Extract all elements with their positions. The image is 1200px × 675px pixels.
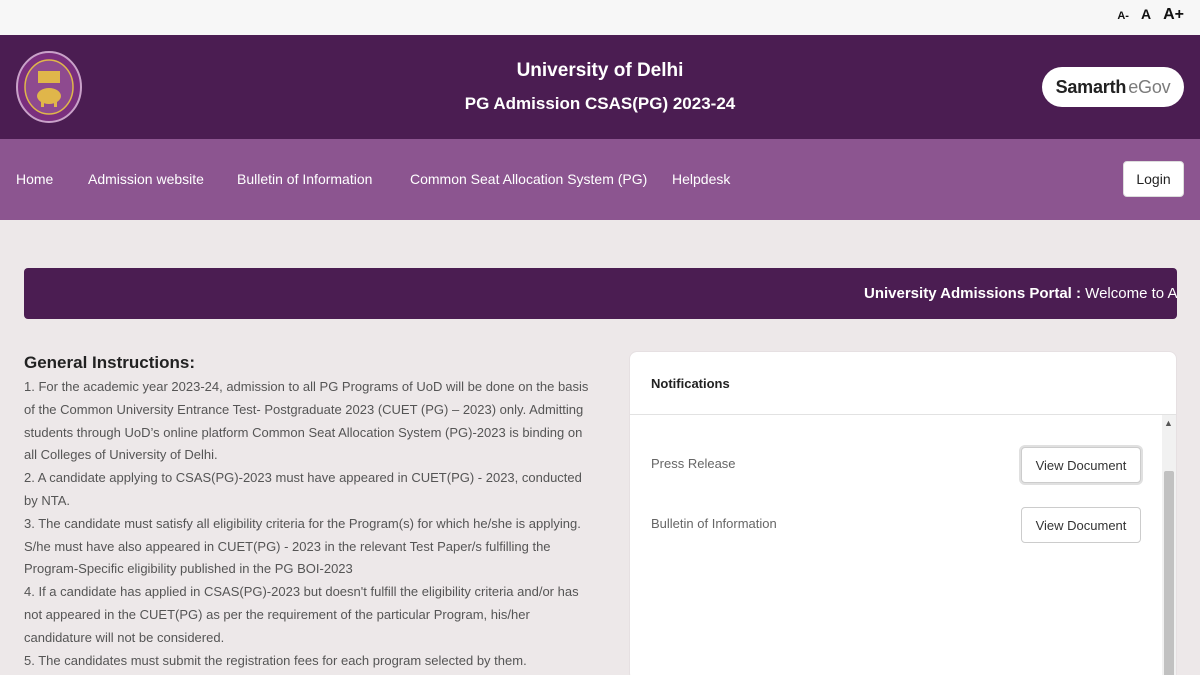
notifications-scrollbar[interactable]: ▲ — [1162, 415, 1176, 675]
brand-name-secondary: eGov — [1128, 76, 1171, 97]
view-document-button[interactable]: View Document — [1021, 447, 1141, 483]
instruction-item: 2. A candidate applying to CSAS(PG)-2023… — [24, 470, 582, 508]
announcement-marquee: University Admissions Portal : Welcome t… — [24, 268, 1177, 319]
normal-font-button[interactable]: A — [1141, 6, 1151, 22]
notification-label: Bulletin of Information — [651, 516, 777, 531]
brand-name-primary: Samarth — [1055, 76, 1127, 97]
instruction-item: 3. The candidate must satisfy all eligib… — [24, 515, 581, 577]
main-navigation: Home Admission website Bulletin of Infor… — [0, 139, 1200, 220]
nav-bulletin-of-information[interactable]: Bulletin of Information — [237, 171, 372, 187]
login-button[interactable]: Login — [1123, 161, 1184, 197]
decrease-font-button[interactable]: A- — [1117, 10, 1129, 22]
scrollbar-thumb[interactable] — [1164, 471, 1174, 675]
font-size-controls: A- A A+ — [1117, 6, 1184, 24]
notifications-title: Notifications — [630, 352, 1176, 415]
increase-font-button[interactable]: A+ — [1163, 6, 1184, 24]
view-document-button[interactable]: View Document — [1021, 507, 1141, 543]
marquee-text: University Admissions Portal : Welcome t… — [864, 285, 1177, 302]
notification-label: Press Release — [651, 456, 736, 471]
nav-home[interactable]: Home — [16, 171, 53, 187]
header-titles: University of Delhi PG Admission CSAS(PG… — [0, 59, 1200, 115]
general-instructions: General Instructions: 1. For the academi… — [24, 352, 594, 672]
instruction-item: 4. If a candidate has applied in CSAS(PG… — [24, 584, 579, 645]
site-header: University of Delhi PG Admission CSAS(PG… — [0, 35, 1200, 139]
instructions-list: 1. For the academic year 2023-24, admiss… — [24, 376, 594, 672]
instruction-item: 5. The candidates must submit the regist… — [24, 652, 527, 668]
nav-csas-pg[interactable]: Common Seat Allocation System (PG) — [410, 171, 647, 187]
marquee-label: University Admissions Portal : — [864, 285, 1082, 302]
top-utility-bar: A- A A+ — [0, 0, 1200, 35]
instruction-item: 1. For the academic year 2023-24, admiss… — [24, 379, 589, 463]
notification-row: Bulletin of Information View Document — [651, 507, 1141, 543]
notifications-panel: Notifications Press Release View Documen… — [629, 351, 1177, 675]
scroll-up-arrow-icon[interactable]: ▲ — [1164, 418, 1173, 428]
instructions-heading: General Instructions: — [24, 353, 195, 372]
university-title: University of Delhi — [516, 60, 684, 81]
marquee-message: Welcome to Admi — [1085, 285, 1177, 302]
notification-row: Press Release View Document — [651, 447, 1141, 483]
nav-admission-website[interactable]: Admission website — [88, 171, 204, 187]
nav-helpdesk[interactable]: Helpdesk — [672, 171, 730, 187]
portal-subtitle: PG Admission CSAS(PG) 2023-24 — [464, 94, 736, 113]
samarth-egov-logo: Samarth eGov — [1042, 67, 1184, 107]
